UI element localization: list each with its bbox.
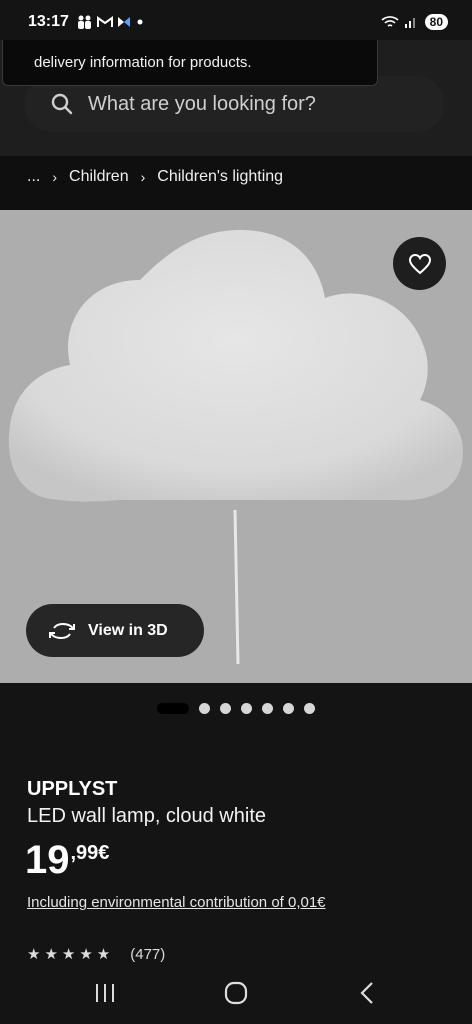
people-icon	[77, 15, 91, 29]
battery-indicator: 80	[424, 14, 448, 30]
back-button[interactable]	[347, 973, 387, 1013]
signal-icon	[404, 18, 415, 28]
carousel-dot[interactable]	[241, 703, 252, 714]
carousel-dot[interactable]	[304, 703, 315, 714]
product-description: LED wall lamp, cloud white	[27, 805, 266, 827]
home-icon	[224, 981, 248, 1005]
product-image[interactable]: View in 3D	[0, 210, 472, 683]
app-icon	[117, 17, 130, 27]
rating-stars: ★★★★★	[27, 946, 115, 962]
status-system-icons: 80	[381, 14, 448, 30]
breadcrumb-item-children[interactable]: Children	[69, 168, 129, 186]
breadcrumb-ellipsis[interactable]: ...	[27, 168, 40, 186]
rotate-3d-icon	[49, 622, 75, 639]
environmental-contribution-link[interactable]: Including environmental contribution of …	[27, 894, 326, 911]
carousel-dot[interactable]	[283, 703, 294, 714]
breadcrumb: ... › Children › Children's lighting	[0, 156, 472, 210]
home-button[interactable]	[216, 973, 256, 1013]
status-notification-icons	[77, 15, 145, 29]
recent-apps-icon	[96, 984, 115, 1002]
back-icon	[360, 982, 373, 1004]
heart-icon	[408, 253, 431, 274]
dot-icon	[137, 19, 143, 25]
carousel-dot[interactable]	[262, 703, 273, 714]
carousel-dot[interactable]	[157, 703, 189, 714]
delivery-tooltip: delivery information for products.	[2, 40, 378, 86]
status-bar: 13:17 80	[0, 0, 472, 44]
price-integer: 19	[25, 838, 70, 882]
chevron-right-icon: ›	[52, 169, 58, 185]
view-in-3d-label: View in 3D	[88, 621, 168, 639]
carousel-dot[interactable]	[199, 703, 210, 714]
review-count: (477)	[130, 946, 166, 962]
favorite-button[interactable]	[393, 237, 446, 290]
carousel-dot[interactable]	[220, 703, 231, 714]
product-name: UPPLYST	[27, 778, 118, 800]
recent-apps-button[interactable]	[85, 973, 125, 1013]
product-rating[interactable]: ★★★★★ (477)	[27, 946, 165, 962]
breadcrumb-item-childrens-lighting[interactable]: Children's lighting	[157, 168, 283, 186]
carousel-dots	[157, 703, 315, 714]
system-navigation-bar	[0, 962, 472, 1024]
wifi-icon	[381, 16, 399, 27]
status-time: 13:17	[28, 13, 69, 30]
product-price: 19 ,99€	[25, 838, 109, 882]
search-icon	[51, 93, 73, 115]
gmail-icon	[96, 16, 113, 27]
price-decimal: ,99€	[70, 842, 110, 864]
view-in-3d-button[interactable]: View in 3D	[26, 604, 204, 657]
chevron-right-icon: ›	[140, 169, 146, 185]
tooltip-text: delivery information for products.	[34, 54, 252, 71]
search-input[interactable]: What are you looking for?	[88, 93, 316, 116]
